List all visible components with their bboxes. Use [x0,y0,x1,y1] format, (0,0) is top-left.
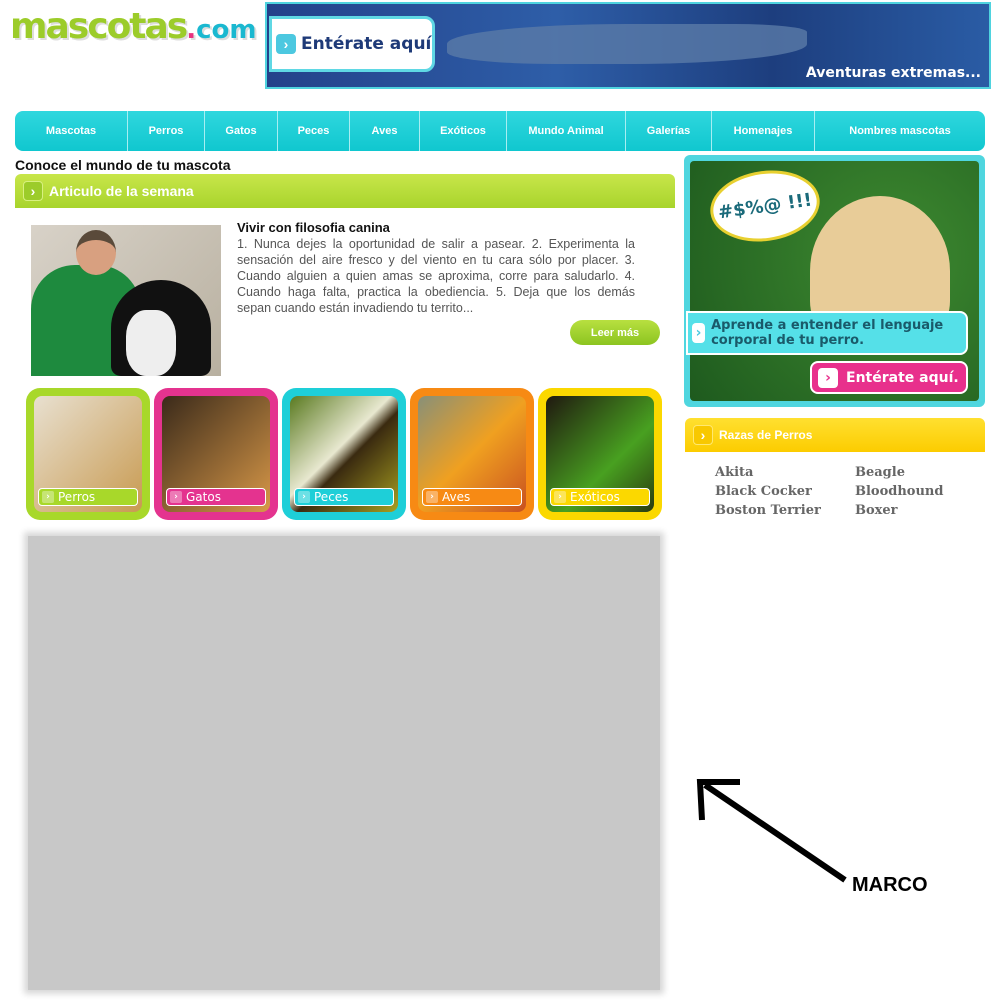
breeds-title: Razas de Perros [719,428,813,442]
puppy-image: #$%@ !!! › Aprende a entender el lenguaje… [686,161,979,401]
nav-item-2[interactable]: Gatos [205,111,278,151]
section-title: Articulo de la semana [49,183,194,199]
article-title[interactable]: Vivir con filosofia canina [237,220,390,235]
breeds-list: Akita Beagle Black Cocker Bloodhound Boston … [715,465,975,518]
banner-cta-button[interactable]: › Entérate aquí [269,16,435,72]
chevron-right-icon: › [692,323,706,343]
category-image: › Gatos [162,396,270,512]
category-label[interactable]: › Peces [294,488,394,506]
category-label[interactable]: › Gatos [166,488,266,506]
breed-link[interactable]: Akita [715,465,855,480]
nav-item-4[interactable]: Aves [350,111,420,151]
breed-link[interactable]: Boston Terrier [715,503,855,518]
category-image: › Exóticos [546,396,654,512]
chevron-right-icon: › [426,491,438,503]
breeds-section-header: › Razas de Perros [685,418,985,452]
nav-item-7[interactable]: Galerías [626,111,712,151]
ad-cta-button[interactable]: › Entérate aquí. [810,361,968,394]
nav-item-6[interactable]: Mundo Animal [507,111,626,151]
chevron-right-icon: › [170,491,182,503]
article-image[interactable] [31,225,221,376]
nav-item-3[interactable]: Peces [278,111,350,151]
category-label[interactable]: › Perros [38,488,138,506]
category-tile[interactable]: › Peces [282,388,406,520]
category-label[interactable]: › Exóticos [550,488,650,506]
category-tile[interactable]: › Aves [410,388,534,520]
ad-message-text: Aprende a entender el lenguaje corporal … [711,318,944,348]
article-body: 1. Nunca dejes la oportunidad de salir a… [237,237,635,315]
header-banner-ad[interactable]: › Entérate aquí Aventuras extremas... [265,2,991,89]
nav-item-5[interactable]: Exóticos [420,111,507,151]
logo-text: mascotas [10,6,188,47]
category-label-text: Peces [314,490,349,504]
chevron-right-icon: › [42,491,54,503]
banner-cta-label: Entérate aquí [301,34,432,54]
chevron-right-icon: › [693,425,713,445]
chevron-right-icon: › [298,491,310,503]
shark-image [447,24,807,64]
speech-bubble: #$%@ !!! [705,163,825,249]
category-label-text: Perros [58,490,96,504]
category-tile[interactable]: › Gatos [154,388,278,520]
category-image: › Perros [34,396,142,512]
page-subtitle: Conoce el mundo de tu mascota [15,157,231,173]
category-tile[interactable]: › Perros [26,388,150,520]
logo-dot: . [186,15,197,45]
nav-item-0[interactable]: Mascotas [15,111,128,151]
category-label-text: Aves [442,490,471,504]
annotation-label: MARCO [852,874,928,896]
nav-item-8[interactable]: Homenajes [712,111,815,151]
chevron-right-icon: › [23,181,43,201]
ad-message: › Aprende a entender el lenguaje corporal… [686,311,968,355]
banner-tagline: Aventuras extremas... [805,65,981,81]
category-tile[interactable]: › Exóticos [538,388,662,520]
site-logo[interactable]: mascotas.com [10,6,257,47]
breed-link[interactable]: Beagle [855,465,975,480]
breed-link[interactable]: Bloodhound [855,484,975,499]
category-label-text: Gatos [186,490,221,504]
main-nav: Mascotas Perros Gatos Peces Aves Exóticos Mund… [15,111,985,151]
sidebar-ad[interactable]: #$%@ !!! › Aprende a entender el lenguaje… [684,155,985,407]
nav-item-1[interactable]: Perros [128,111,205,151]
nav-item-9[interactable]: Nombres mascotas [815,111,985,151]
read-more-button[interactable]: Leer más [570,320,660,345]
category-image: › Peces [290,396,398,512]
breed-link[interactable]: Black Cocker [715,484,855,499]
article-section-header: › Articulo de la semana [15,174,675,208]
chevron-right-icon: › [276,34,296,54]
chevron-right-icon: › [554,491,566,503]
arrow-icon [696,779,847,883]
category-label-text: Exóticos [570,490,620,504]
category-label[interactable]: › Aves [422,488,522,506]
content-frame-placeholder [28,536,660,990]
logo-com: com [196,15,257,45]
chevron-right-icon: › [818,367,838,388]
ad-cta-label: Entérate aquí. [846,369,959,386]
category-image: › Aves [418,396,526,512]
breed-link[interactable]: Boxer [855,503,975,518]
